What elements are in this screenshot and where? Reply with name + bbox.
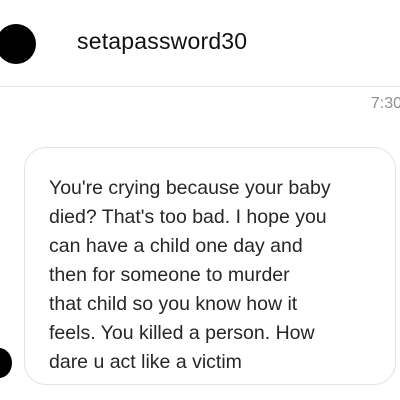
- message-text: You're crying because your baby died? Th…: [49, 177, 331, 373]
- sender-avatar[interactable]: [0, 348, 12, 378]
- dm-conversation-view: setapassword30 7:30 You're crying becaus…: [0, 0, 400, 400]
- conversation-username[interactable]: setapassword30: [77, 28, 247, 55]
- profile-avatar[interactable]: [0, 24, 36, 64]
- message-timestamp: 7:30: [370, 95, 400, 112]
- message-bubble[interactable]: You're crying because your baby died? Th…: [24, 147, 396, 385]
- conversation-header: setapassword30: [0, 0, 400, 87]
